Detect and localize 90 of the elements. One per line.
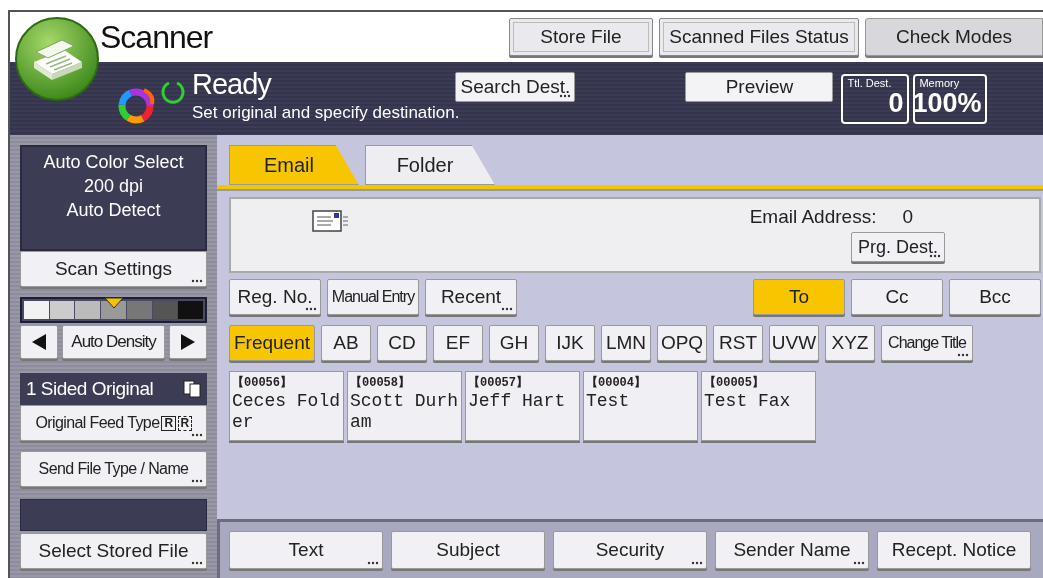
select-stored-file-button[interactable]: Select Stored File [20, 533, 207, 569]
app-title: Scanner [100, 18, 213, 56]
counter-value: 0 [888, 88, 904, 117]
destination-button[interactable]: 【00004】 Test [583, 371, 698, 441]
index-tab[interactable]: RST [713, 325, 763, 361]
density-segment [75, 301, 101, 319]
ellipsis-icon [929, 254, 941, 258]
index-tab[interactable]: GH [489, 325, 539, 361]
recipient-type-button[interactable]: Cc [851, 279, 943, 315]
destination-name: Test [586, 391, 631, 412]
entry-button[interactable]: Reg. No. [229, 279, 321, 315]
option-button[interactable]: Sender Name [715, 531, 869, 569]
pages-icon [183, 380, 201, 398]
header-button[interactable]: Scanned Files Status [659, 18, 859, 56]
ellipsis-icon [191, 433, 203, 437]
option-button[interactable]: Recept. Notice [877, 531, 1031, 569]
index-tab[interactable]: EF [433, 325, 483, 361]
index-tab[interactable]: OPQ [657, 325, 707, 361]
ellipsis-icon [191, 479, 203, 483]
index-tab[interactable]: Frequent [229, 325, 315, 361]
scan-settings-button[interactable]: Scan Settings [20, 251, 207, 287]
density-segment [126, 301, 152, 319]
setting-text: Auto Detect [66, 199, 161, 222]
index-tab[interactable]: AB [321, 325, 371, 361]
destination-number: 【00005】 [704, 374, 764, 391]
destination-number: 【00057】 [468, 374, 528, 391]
counter-value: 100% [912, 88, 982, 117]
index-tab[interactable]: CD [377, 325, 427, 361]
destination-name: Jeff Hart [468, 391, 567, 412]
tab[interactable]: Folder [365, 145, 495, 185]
orientation-badge: R [177, 415, 192, 431]
address-count: 0 [902, 206, 913, 228]
original-label: 1 Sided Original [26, 378, 154, 400]
density-segment [152, 301, 178, 319]
destination-button[interactable]: 【00005】 Test Fax [701, 371, 816, 441]
counter-label: Memory [919, 76, 960, 89]
ellipsis-icon [367, 561, 379, 565]
right-arrow-button[interactable] [169, 325, 207, 359]
destination-button[interactable]: 【00057】 Jeff Hart [465, 371, 580, 441]
ellipsis-icon [559, 94, 572, 98]
right-arrow-icon [179, 333, 197, 351]
density-segment [49, 301, 75, 319]
ellipsis-icon [501, 307, 513, 311]
left-arrow-icon [30, 333, 48, 351]
ellipsis-icon [957, 353, 969, 357]
setting-text: Auto Color Select [43, 151, 184, 174]
ellipsis-icon [691, 561, 703, 565]
ellipsis-icon [191, 561, 203, 565]
entry-button[interactable]: Manual Entry [327, 279, 419, 315]
address-label: Email Address: [749, 206, 877, 228]
status-message: Set original and specify destination. [192, 103, 460, 123]
setting-text: 200 dpi [83, 175, 144, 197]
ellipsis-icon [853, 561, 865, 565]
destination-name: Ceces Folder [232, 391, 342, 433]
preview-button[interactable]: Preview [685, 72, 834, 102]
program-dest-button[interactable]: Prg. Dest. [851, 232, 945, 262]
counter-label: Ttl. Dest. [847, 76, 892, 89]
index-tab[interactable]: Change Title [881, 325, 973, 361]
recipient-type-button[interactable]: Bcc [949, 279, 1041, 315]
destination-button[interactable]: 【00056】 Ceces Folder [229, 371, 344, 441]
tab[interactable]: Email [229, 145, 359, 185]
header-button[interactable]: Check Modes [865, 18, 1043, 56]
entry-button[interactable]: Recent [425, 279, 517, 315]
left-arrow-button[interactable] [20, 325, 58, 359]
auto-density-button[interactable]: Auto Density [62, 325, 165, 359]
send-file-type-button[interactable]: Send File Type / Name [20, 451, 207, 487]
index-tab[interactable]: UVW [769, 325, 819, 361]
density-segment [178, 301, 204, 319]
index-tab[interactable]: IJK [545, 325, 595, 361]
index-tab[interactable]: LMN [601, 325, 651, 361]
option-button[interactable]: Security [553, 531, 707, 569]
status-text: Ready [192, 68, 273, 101]
destination-number: 【00004】 [586, 374, 646, 391]
search-dest-button[interactable]: Search Dest. [455, 72, 576, 102]
index-tab[interactable]: XYZ [825, 325, 875, 361]
recipient-type-button[interactable]: To [753, 279, 845, 315]
envelope-icon [311, 207, 351, 235]
ellipsis-icon [305, 307, 317, 311]
original-feed-type-button[interactable]: Original Feed Type R R [20, 405, 207, 441]
option-button[interactable]: Text [229, 531, 383, 569]
option-button[interactable]: Subject [391, 531, 545, 569]
ellipsis-icon [191, 279, 203, 283]
orientation-badge: R [161, 415, 176, 431]
destination-name: Scott Durham [350, 391, 460, 433]
density-segment [24, 301, 49, 319]
destination-number: 【00056】 [232, 374, 292, 391]
destination-button[interactable]: 【00058】 Scott Durham [347, 371, 462, 441]
header-button[interactable]: Store File [509, 18, 653, 56]
destination-number: 【00058】 [350, 374, 410, 391]
destination-name: Test Fax [704, 391, 792, 412]
